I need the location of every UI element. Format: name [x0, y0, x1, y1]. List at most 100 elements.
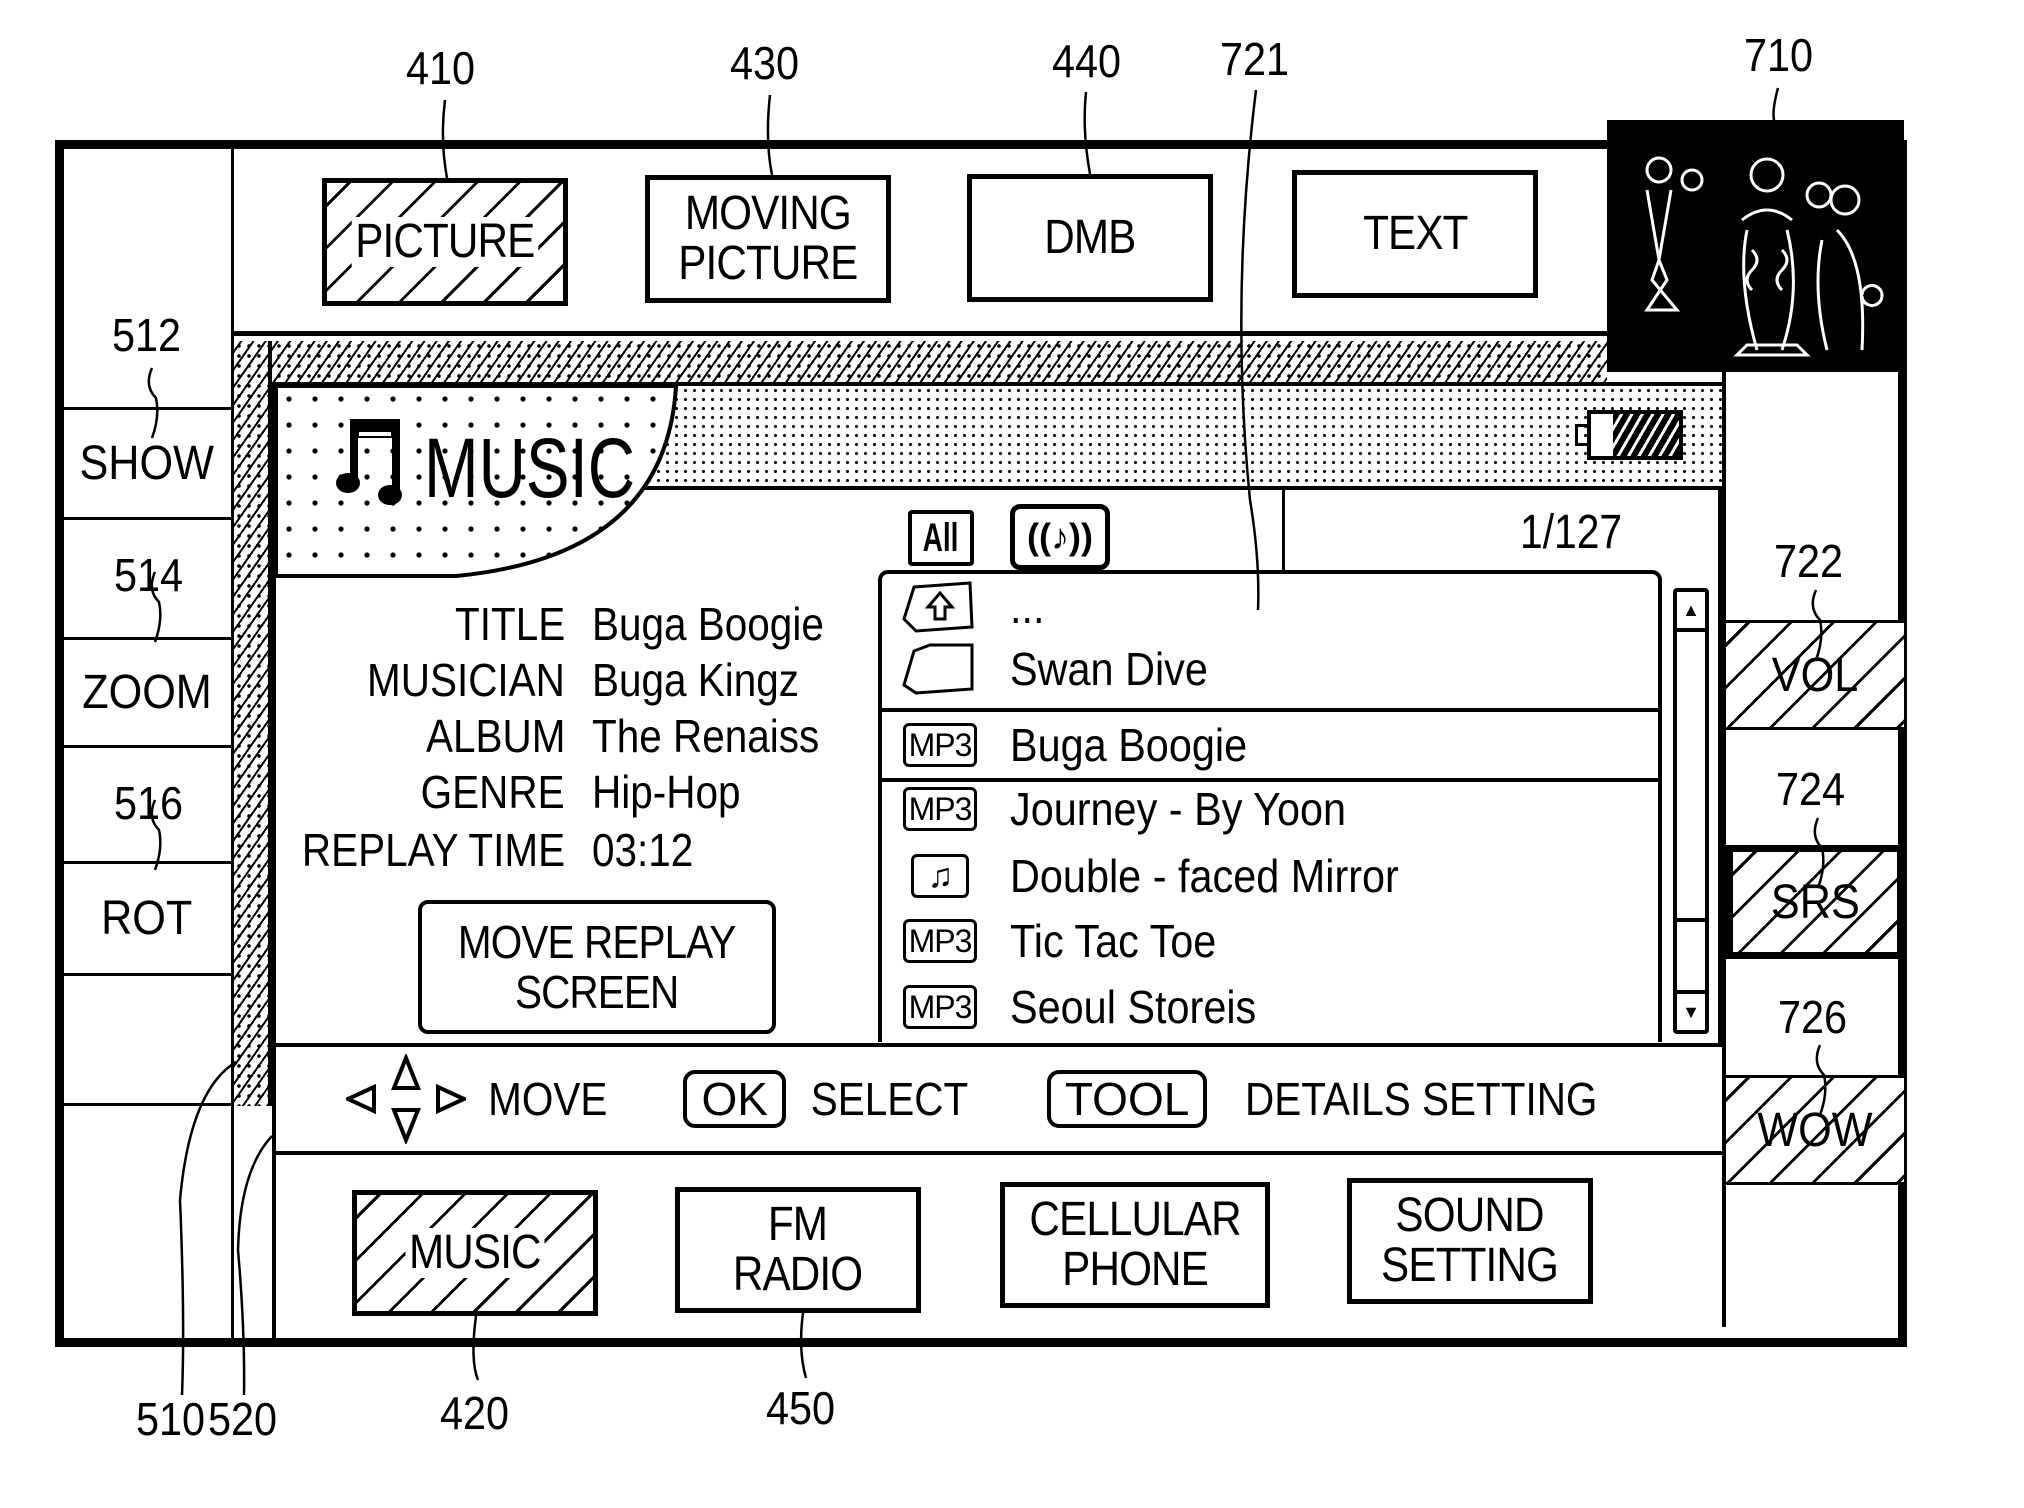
scroll-down-arrow-icon[interactable]: ▼: [1677, 990, 1705, 1030]
ref-724: 724: [1776, 763, 1846, 815]
ok-key[interactable]: OK: [683, 1070, 786, 1128]
rot-label: ROT: [100, 892, 193, 945]
hatched-focus-border-left: [234, 341, 272, 1106]
ref-410: 410: [406, 42, 476, 94]
wow-label: WOW: [1757, 1103, 1873, 1157]
moving-picture-button[interactable]: MOVING PICTURE: [645, 175, 891, 303]
select-hint: SELECT: [810, 1073, 969, 1125]
sound-setting-button[interactable]: SOUND SETTING: [1347, 1178, 1593, 1304]
ref-512: 512: [112, 309, 182, 361]
list-right-divider: [1718, 490, 1722, 1046]
ref-516: 516: [114, 777, 184, 829]
mp3-icon: MP3: [900, 786, 980, 832]
text-button[interactable]: TEXT: [1292, 170, 1538, 298]
list-item[interactable]: MP3 Tic Tac Toe: [882, 908, 1658, 974]
info-label-title: TITLE: [454, 598, 565, 650]
mp3-badge: MP3: [902, 787, 978, 831]
list-item[interactable]: Swan Dive: [882, 636, 1658, 702]
folder-up-icon: [900, 581, 980, 633]
move-replay-screen-label: MOVE REPLAY SCREEN: [458, 916, 736, 1018]
repeat-all-label: All: [923, 515, 959, 560]
music-file-icon: ♫: [900, 853, 980, 899]
scroll-thumb[interactable]: [1677, 632, 1705, 922]
ref-514: 514: [114, 549, 184, 601]
key-hint-bar: MOVE OK SELECT TOOL DETAILS SETTING: [272, 1043, 1722, 1155]
dmb-label: DMB: [1044, 211, 1136, 264]
info-label-replay-time: REPLAY TIME: [301, 824, 565, 876]
info-label-genre: GENRE: [421, 766, 565, 818]
srs-button[interactable]: SRS: [1726, 845, 1904, 959]
mp3-icon: MP3: [900, 722, 980, 768]
mp3-badge: MP3: [902, 723, 978, 767]
ref-721: 721: [1220, 33, 1290, 85]
surround-sound-icon[interactable]: ((♪)): [1010, 504, 1110, 570]
ref-420: 420: [440, 1387, 510, 1439]
track-info: TITLE Buga Boogie MUSICIAN Buga Kingz AL…: [280, 596, 870, 896]
dmb-button[interactable]: DMB: [967, 174, 1213, 302]
music-label: MUSIC: [405, 1228, 545, 1278]
ref-430: 430: [730, 37, 800, 89]
cellular-phone-button[interactable]: CELLULAR PHONE: [1000, 1182, 1270, 1308]
list-item-label: Swan Dive: [1010, 643, 1208, 695]
wow-button[interactable]: WOW: [1726, 1075, 1904, 1185]
ref-440: 440: [1052, 35, 1122, 87]
vol-label: VOL: [1771, 648, 1859, 702]
list-item[interactable]: ...: [882, 574, 1658, 640]
list-item[interactable]: ♫ Double - faced Mirror: [882, 843, 1658, 909]
scroll-up-arrow-icon[interactable]: ▲: [1677, 592, 1705, 632]
fm-radio-label: FM RADIO: [733, 1198, 863, 1301]
track-counter: 1/127: [1520, 506, 1623, 559]
ref-520: 520: [208, 1393, 278, 1445]
move-hint: MOVE: [488, 1073, 608, 1125]
ref-450: 450: [766, 1382, 836, 1434]
hatched-focus-border: [234, 341, 1607, 383]
ref-722: 722: [1774, 535, 1844, 587]
battery-icon: [1575, 410, 1685, 460]
repeat-all-icon[interactable]: All: [908, 510, 974, 566]
music-note-icon: [336, 419, 402, 505]
direction-pad-icon: [346, 1054, 466, 1144]
list-item-label: Seoul Storeis: [1010, 981, 1257, 1033]
left-menu-spacer: [62, 148, 231, 410]
list-item-label: Tic Tac Toe: [1010, 915, 1217, 967]
move-replay-screen-button[interactable]: MOVE REPLAY SCREEN: [418, 900, 776, 1034]
tool-key[interactable]: TOOL: [1046, 1070, 1208, 1128]
video-thumbnail[interactable]: [1607, 120, 1904, 372]
list-item[interactable]: MP3 Journey - By Yoon: [882, 776, 1658, 842]
info-label-musician: MUSICIAN: [367, 654, 565, 706]
mp3-badge: MP3: [902, 919, 978, 963]
list-item-label: ...: [1010, 581, 1045, 633]
info-label-album: ALBUM: [425, 710, 565, 762]
zoom-button[interactable]: ZOOM: [62, 640, 231, 748]
left-menu-spacer: [62, 976, 231, 1106]
mp3-badge: MP3: [902, 985, 978, 1029]
list-scrollbar[interactable]: ▲ ▼: [1673, 588, 1709, 1034]
info-value-album: The Renaiss: [592, 710, 820, 762]
srs-label: SRS: [1770, 875, 1860, 929]
music-title: MUSIC: [424, 421, 636, 515]
ref-710: 710: [1744, 29, 1814, 81]
details-setting-hint: DETAILS SETTING: [1245, 1073, 1598, 1125]
zoom-label: ZOOM: [81, 666, 212, 719]
show-button[interactable]: SHOW: [62, 410, 231, 520]
vol-button[interactable]: VOL: [1726, 620, 1904, 730]
battery-level: [1613, 414, 1679, 456]
rot-button[interactable]: ROT: [62, 864, 231, 976]
mp3-icon: MP3: [900, 918, 980, 964]
picture-button[interactable]: PICTURE: [322, 178, 568, 306]
text-label: TEXT: [1362, 207, 1468, 260]
info-value-genre: Hip-Hop: [592, 766, 741, 818]
mp3-icon: MP3: [900, 984, 980, 1030]
sound-setting-label: SOUND SETTING: [1381, 1189, 1560, 1292]
info-value-title: Buga Boogie: [592, 598, 824, 650]
folder-icon: [900, 643, 980, 695]
music-button[interactable]: MUSIC: [352, 1190, 598, 1316]
list-item[interactable]: MP3 Seoul Storeis: [882, 974, 1658, 1040]
list-item-label: Journey - By Yoon: [1010, 783, 1347, 835]
list-item-label: Buga Boogie: [1010, 719, 1248, 771]
sound-waves-glyph: ((♪)): [1027, 516, 1093, 557]
list-item-selected[interactable]: MP3 Buga Boogie: [882, 708, 1658, 782]
info-value-replay-time: 03:12: [592, 824, 694, 876]
fm-radio-button[interactable]: FM RADIO: [675, 1187, 921, 1313]
list-item-label: Double - faced Mirror: [1010, 850, 1399, 902]
